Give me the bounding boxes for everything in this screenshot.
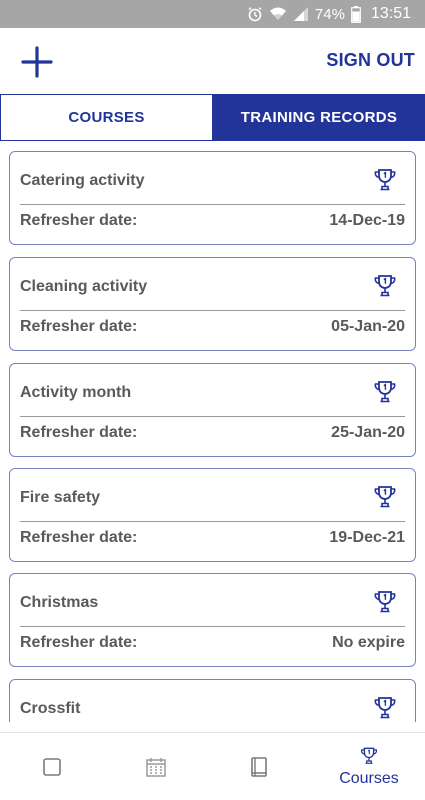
training-records-list[interactable]: Catering activity Refresher date: 14-Dec…	[0, 141, 425, 722]
clock-time: 13:51	[370, 5, 411, 22]
trophy-icon	[374, 591, 396, 613]
record-card[interactable]: Activity month Refresher date: 25-Jan-20	[9, 363, 416, 457]
signal-icon	[293, 6, 309, 22]
app-header: SIGN OUT	[0, 28, 425, 94]
record-title: Cleaning activity	[20, 278, 148, 295]
trophy-icon	[374, 275, 396, 297]
refresher-date: 25-Jan-20	[331, 424, 405, 441]
refresher-date: 14-Dec-19	[329, 212, 405, 229]
tab-courses[interactable]: COURSES	[0, 94, 213, 141]
record-title: Catering activity	[20, 172, 145, 189]
calendar-icon	[146, 758, 166, 777]
nav-item-checklist[interactable]	[22, 733, 82, 800]
add-button[interactable]	[20, 45, 54, 79]
refresher-label: Refresher date:	[20, 212, 138, 229]
record-title: Fire safety	[20, 489, 101, 506]
refresher-label: Refresher date:	[20, 634, 138, 651]
record-card[interactable]: Christmas Refresher date: No expire	[9, 573, 416, 667]
trophy-icon	[374, 381, 396, 403]
status-bar: 74% 13:51	[0, 0, 425, 28]
record-title: Crossfit	[20, 700, 81, 717]
trophy-icon	[374, 697, 396, 719]
trophy-icon	[374, 486, 396, 508]
book-icon	[251, 757, 267, 777]
card-divider	[20, 626, 405, 627]
nav-label-courses: Courses	[339, 770, 399, 787]
refresher-date: 05-Jan-20	[331, 318, 405, 335]
alarm-icon	[247, 6, 263, 22]
refresher-label: Refresher date:	[20, 424, 138, 441]
wifi-icon	[269, 6, 287, 22]
battery-icon	[351, 5, 361, 23]
sign-out-button[interactable]: SIGN OUT	[326, 50, 415, 71]
refresher-date: 19-Dec-21	[329, 529, 405, 546]
trophy-icon	[374, 169, 396, 191]
record-title: Activity month	[20, 384, 132, 401]
record-title: Christmas	[20, 594, 99, 611]
record-card[interactable]: Catering activity Refresher date: 14-Dec…	[9, 151, 416, 245]
battery-percent: 74%	[314, 5, 345, 23]
nav-item-calendar[interactable]	[126, 733, 186, 800]
bottom-navigation: Courses	[0, 732, 425, 800]
record-card[interactable]: Crossfit	[9, 679, 416, 722]
card-divider	[20, 310, 405, 311]
card-divider	[20, 204, 405, 205]
nav-item-courses[interactable]: Courses	[326, 733, 412, 800]
tab-training-records[interactable]: TRAINING RECORDS	[213, 94, 425, 141]
refresher-label: Refresher date:	[20, 529, 138, 546]
tab-bar: COURSES TRAINING RECORDS	[0, 94, 425, 141]
nav-item-book[interactable]	[229, 733, 289, 800]
card-divider	[20, 416, 405, 417]
record-card[interactable]: Fire safety Refresher date: 19-Dec-21	[9, 468, 416, 562]
refresher-label: Refresher date:	[20, 318, 138, 335]
trophy-icon	[360, 747, 378, 764]
checkbox-icon	[43, 758, 61, 776]
card-divider	[20, 521, 405, 522]
plus-icon	[21, 46, 53, 78]
record-card[interactable]: Cleaning activity Refresher date: 05-Jan…	[9, 257, 416, 351]
refresher-date: No expire	[332, 634, 405, 651]
